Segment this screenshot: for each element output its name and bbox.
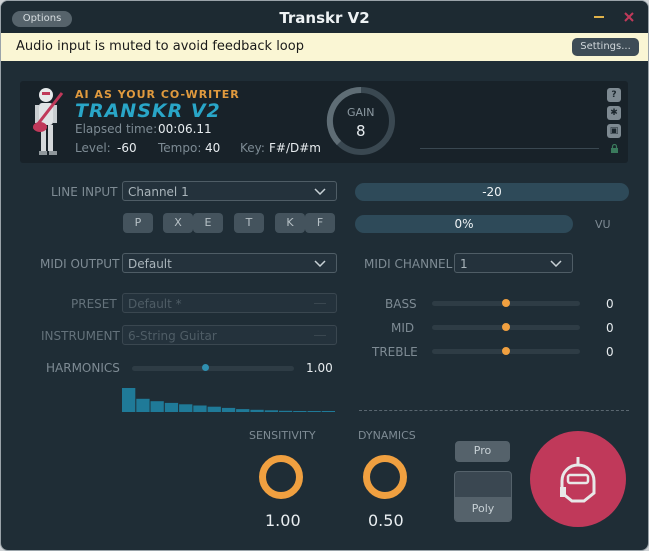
instrument-select[interactable]: 6-String Guitar — [122, 325, 337, 345]
spectrum-bar — [221, 407, 236, 412]
tempo-label: Tempo: — [158, 141, 202, 155]
record-button[interactable] — [530, 431, 626, 527]
line-input-value: Channel 1 — [128, 185, 189, 199]
spectrum-bar — [122, 388, 136, 412]
treble-label: TREBLE — [372, 345, 418, 359]
preset-select[interactable]: Default * — [122, 293, 337, 313]
section-divider — [359, 410, 629, 411]
key-value: F#/D#m — [269, 141, 321, 155]
elapsed-value: 00:06.11 — [158, 122, 212, 136]
level-label: Level: — [75, 141, 111, 155]
spectrum-bar — [293, 411, 307, 412]
dynamics-value: 0.50 — [368, 511, 404, 530]
notification-text: Audio input is muted to avoid feedback l… — [16, 39, 304, 54]
mode-button-x[interactable]: X — [163, 213, 193, 233]
instrument-label: INSTRUMENT — [41, 329, 120, 343]
spectrum-bar — [193, 405, 207, 412]
pro-button[interactable]: Pro — [455, 441, 510, 462]
gain-dial[interactable] — [325, 85, 397, 157]
spectrum-bar — [136, 398, 150, 412]
chevron-down-icon — [314, 260, 326, 267]
spectrum-bar — [164, 402, 179, 412]
spectrum-bar — [307, 411, 321, 412]
harmonics-label: HARMONICS — [46, 361, 120, 375]
preset-label: PRESET — [71, 297, 117, 311]
help-icon[interactable]: ? — [607, 88, 621, 102]
key-label: Key: — [240, 141, 265, 155]
spectrum-bar — [207, 406, 221, 412]
close-icon[interactable] — [622, 10, 636, 24]
cart-icon[interactable]: ▣ — [607, 124, 621, 138]
mode-button-f[interactable]: F — [305, 213, 335, 233]
gain-value: 8 — [356, 122, 366, 140]
midi-channel-label: MIDI CHANNEL — [364, 257, 453, 271]
harmonic-spectrum — [122, 388, 335, 412]
instrument-value: 6-String Guitar — [128, 329, 217, 343]
treble-value: 0 — [606, 345, 614, 359]
harmonics-slider[interactable] — [132, 366, 294, 371]
input-level-bar[interactable]: -20 — [355, 183, 629, 201]
bass-slider-thumb[interactable] — [502, 299, 510, 307]
dynamics-label: DYNAMICS — [358, 429, 416, 442]
midi-output-select[interactable]: Default — [122, 253, 337, 273]
bass-label: BASS — [385, 297, 417, 311]
vu-meter-bar: 0% — [355, 215, 573, 233]
line-input-select[interactable]: Channel 1 — [122, 181, 337, 201]
title-bar: Options Transkr V2 — [1, 1, 648, 33]
robot-head-icon — [560, 457, 596, 503]
preset-value: Default * — [128, 297, 182, 311]
notification-bar: Audio input is muted to avoid feedback l… — [1, 33, 648, 61]
midi-output-label: MIDI OUTPUT — [40, 257, 120, 271]
elapsed-label: Elapsed time: — [75, 122, 158, 136]
spectrum-bar — [264, 410, 278, 412]
spectrum-bar — [150, 401, 164, 412]
chevron-down-icon — [314, 188, 326, 195]
spectrum-bar — [250, 409, 264, 412]
harmonics-slider-thumb[interactable] — [201, 364, 209, 371]
mode-button-p[interactable]: P — [123, 213, 153, 233]
mode-button-t[interactable]: T — [234, 213, 264, 233]
midi-output-value: Default — [128, 257, 172, 271]
mid-slider-thumb[interactable] — [502, 323, 510, 331]
lock-icon[interactable] — [610, 144, 619, 153]
brand-name: TRANSKR V2 — [75, 100, 221, 122]
mid-value: 0 — [606, 321, 614, 335]
harmonics-value: 1.00 — [306, 361, 333, 375]
dynamics-knob[interactable] — [363, 455, 407, 499]
mode-button-e[interactable]: E — [193, 213, 223, 233]
bass-value: 0 — [606, 297, 614, 311]
spectrum-bar — [179, 404, 193, 412]
spectrum-bar — [236, 409, 250, 412]
settings-button[interactable]: Settings... — [572, 38, 639, 56]
tempo-value: 40 — [205, 141, 221, 155]
robot-guitarist-logo — [32, 88, 64, 155]
chevron-down-icon — [314, 335, 326, 336]
sensitivity-knob[interactable] — [259, 455, 303, 499]
window-title: Transkr V2 — [279, 9, 370, 27]
chevron-down-icon — [314, 303, 326, 304]
level-value: -60 — [117, 141, 137, 155]
spectrum-bar — [321, 411, 335, 412]
spectrum-bar — [278, 410, 293, 412]
bug-icon[interactable]: ✱ — [607, 106, 621, 120]
poly-toggle[interactable]: Poly — [454, 471, 512, 522]
mode-button-k[interactable]: K — [275, 213, 305, 233]
sensitivity-label: SENSITIVITY — [249, 429, 316, 442]
app-window: Options Transkr V2 Audio input is muted … — [0, 0, 649, 551]
minimize-icon[interactable] — [592, 10, 606, 24]
header-divider — [420, 148, 599, 149]
midi-channel-select[interactable]: 1 — [454, 253, 573, 273]
midi-channel-value: 1 — [460, 257, 468, 271]
vu-label: VU — [595, 218, 611, 231]
mid-label: MID — [391, 321, 415, 335]
chevron-down-icon — [550, 260, 562, 267]
line-input-label: LINE INPUT — [51, 185, 118, 199]
poly-label: Poly — [455, 497, 511, 521]
treble-slider-thumb[interactable] — [502, 347, 510, 355]
gain-label: GAIN — [347, 106, 375, 119]
sensitivity-value: 1.00 — [265, 511, 301, 530]
